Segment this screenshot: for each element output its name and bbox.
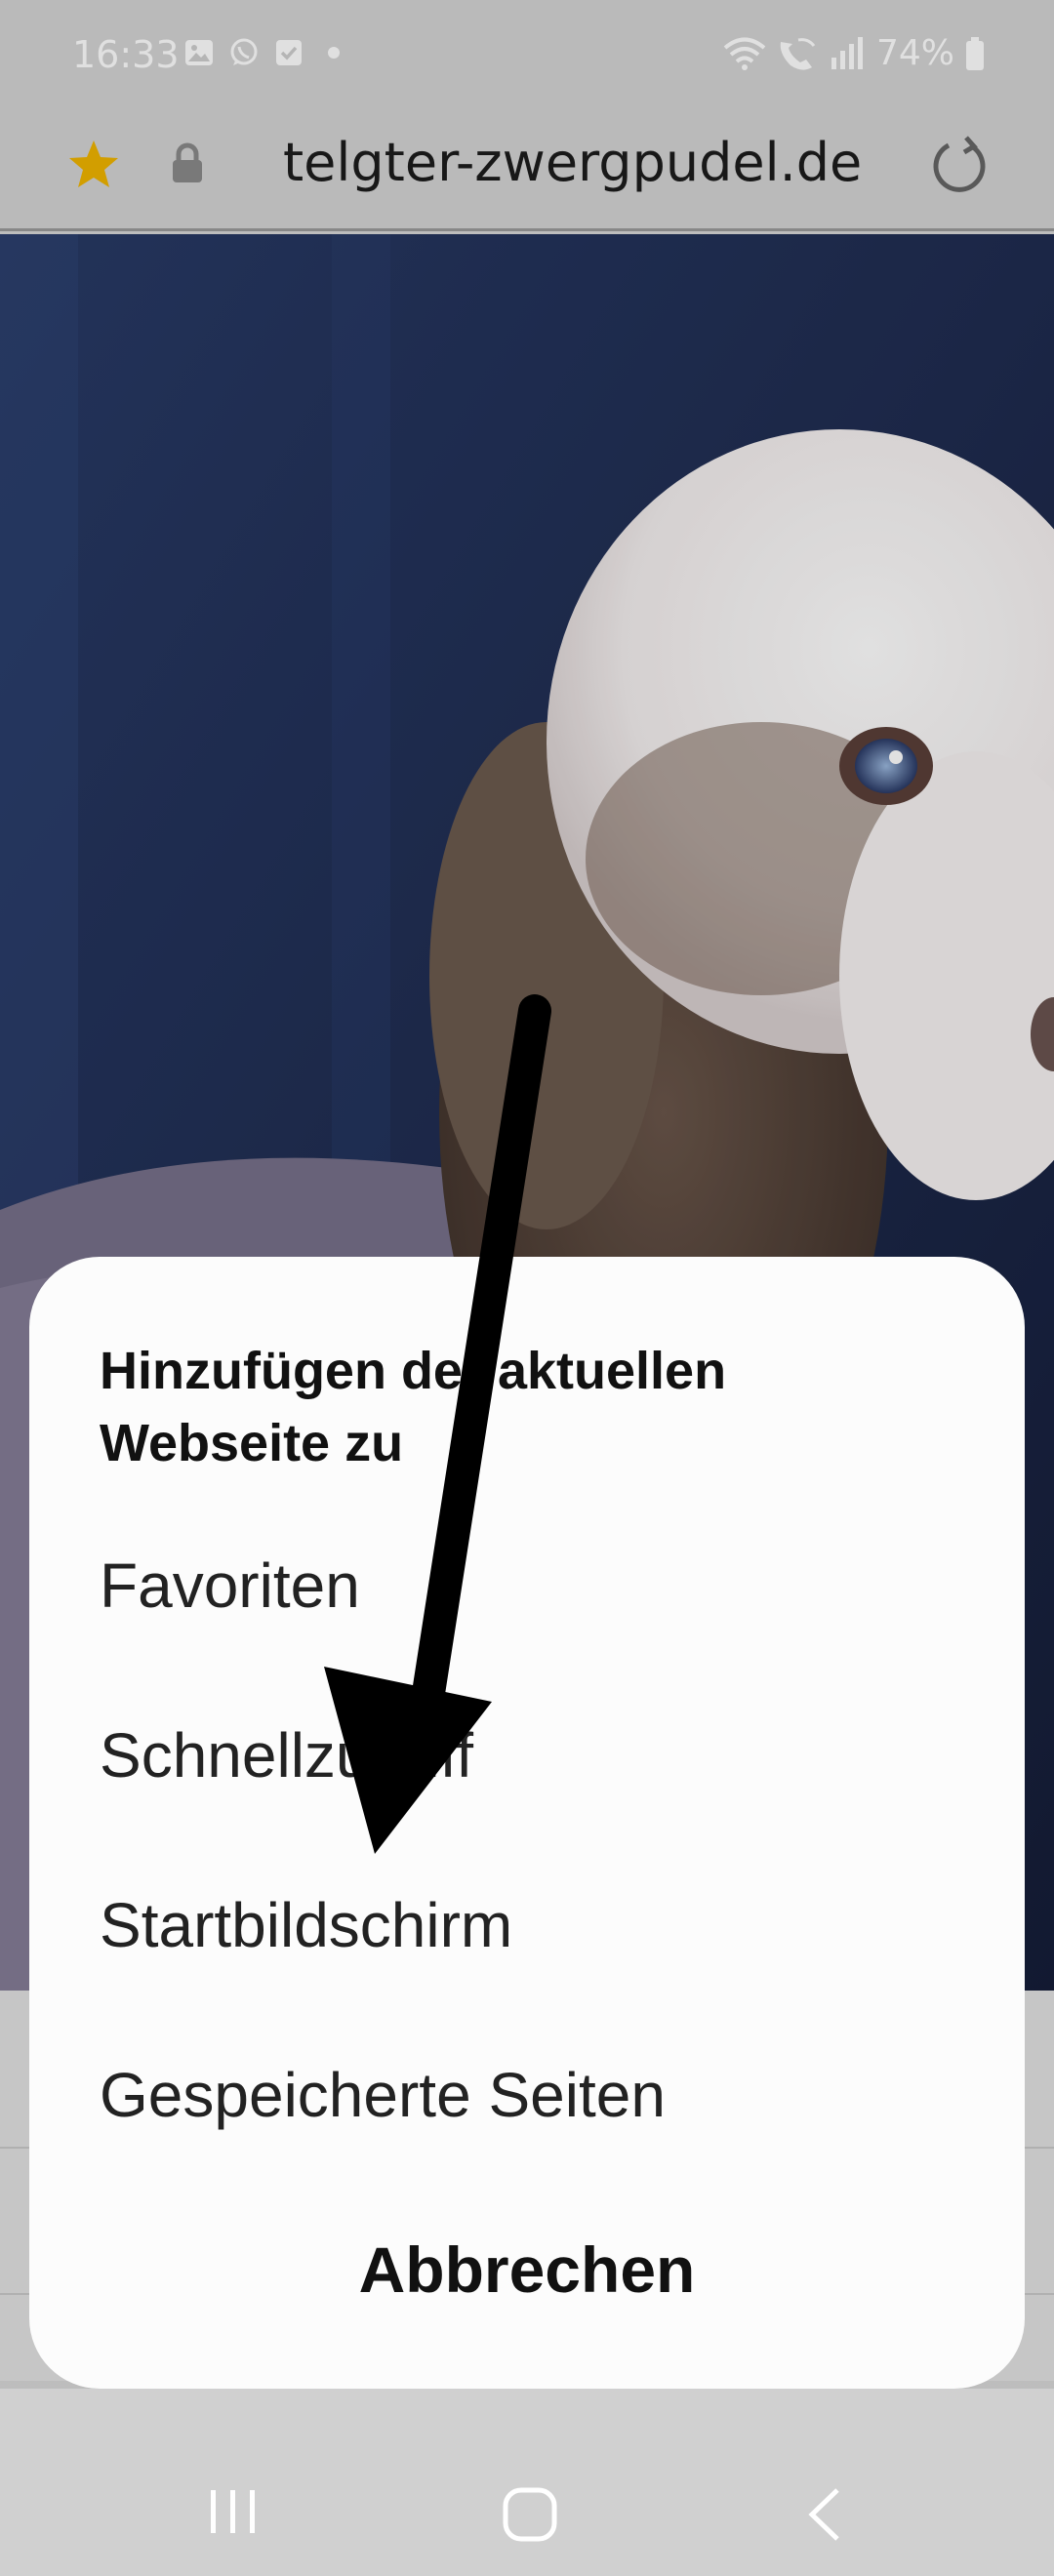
home-icon[interactable] [498, 2482, 562, 2547]
option-saved-pages[interactable]: Gespeicherte Seiten [100, 2059, 666, 2131]
navigation-bar [0, 2389, 1054, 2576]
option-home-screen[interactable]: Startbildschirm [100, 1889, 512, 1961]
recents-icon[interactable] [205, 2482, 264, 2541]
cancel-button[interactable]: Abbrechen [29, 2233, 1025, 2307]
add-page-dialog: Hinzufügen der aktuellen Webseite zu Fav… [29, 1257, 1025, 2389]
option-quick-access[interactable]: Schnellzugriff [100, 1719, 473, 1791]
back-icon[interactable] [800, 2482, 849, 2547]
dialog-title: Hinzufügen der aktuellen Webseite zu [100, 1342, 727, 1472]
option-favorites[interactable]: Favoriten [100, 1550, 360, 1622]
